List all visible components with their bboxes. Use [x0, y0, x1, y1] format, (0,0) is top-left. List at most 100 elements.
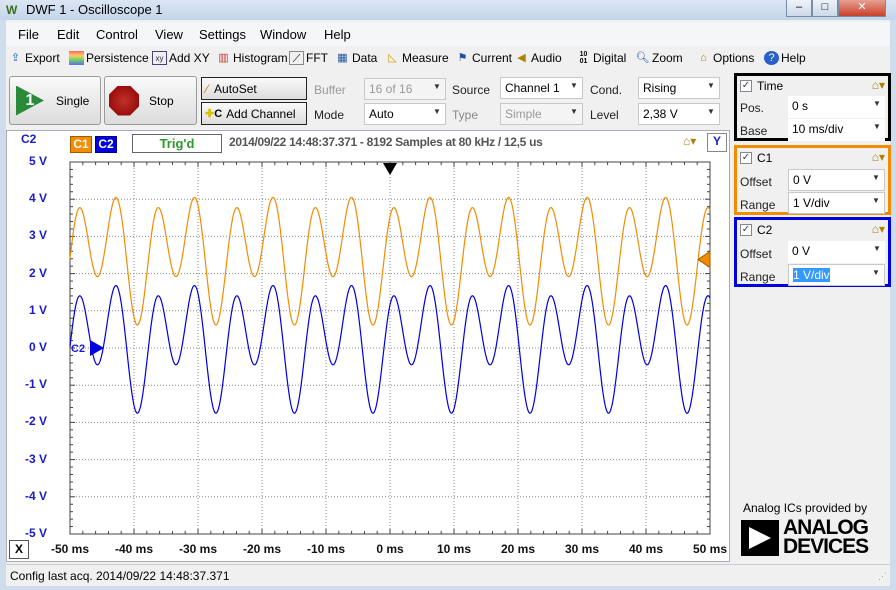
x-tick-label: 20 ms	[500, 542, 536, 556]
status-bar: Config last acq. 2014/09/22 14:48:37.371…	[6, 564, 890, 586]
histogram-icon: ▥	[218, 52, 229, 64]
source-select[interactable]: Channel 1 ▼	[500, 77, 583, 99]
magnifier-icon: 🔍︎	[635, 52, 650, 64]
options-icon[interactable]: ⌂▾	[872, 78, 885, 92]
resize-grip-icon[interactable]: ⋰	[878, 571, 887, 582]
x-axis-button[interactable]: X	[9, 540, 29, 559]
measure-button[interactable]: ◺ Measure	[385, 51, 449, 65]
logo-text: ANALOG DEVICES	[783, 516, 869, 558]
c1-offset-input[interactable]: 0 V ▼	[788, 169, 885, 191]
source-label: Source	[452, 83, 491, 97]
c2-checkbox[interactable]: ✓	[740, 224, 752, 236]
fft-button[interactable]: ⟋ FFT	[289, 51, 328, 65]
close-button[interactable]: ✕	[838, 0, 886, 17]
autoset-button[interactable]: ⁄ AutoSet	[201, 77, 307, 100]
y-axis-button[interactable]: Y	[707, 133, 727, 152]
table-icon: ▦	[337, 52, 348, 64]
chevron-down-icon: ▼	[872, 173, 880, 182]
analog-devices-logo: ANALOG DEVICES	[741, 516, 881, 558]
base-label: Base	[740, 124, 768, 138]
digital-icon: 10 01	[579, 51, 588, 65]
time-pos-input[interactable]: 0 s ▼	[788, 96, 885, 118]
stop-icon	[109, 85, 139, 116]
chevron-down-icon: ▼	[570, 81, 578, 90]
export-button[interactable]: ⇪ Export	[8, 51, 60, 65]
pos-label: Pos.	[740, 101, 765, 115]
speaker-icon: ◀	[517, 52, 526, 64]
options-icon[interactable]: ⌂▾	[872, 222, 885, 236]
y-tick-label: -4 V	[24, 488, 47, 503]
help-label: Help	[781, 51, 806, 65]
condition-select[interactable]: Rising ▼	[638, 77, 720, 99]
add-channel-button[interactable]: ✚C Add Channel	[201, 102, 307, 125]
audio-label: Audio	[531, 51, 562, 65]
buffer-value: 16 of 16	[369, 82, 413, 96]
chevron-down-icon: ▼	[873, 99, 881, 108]
options-icon[interactable]: ⌂▾	[683, 134, 696, 148]
y-tick-label: -5 V	[24, 526, 47, 540]
export-label: Export	[25, 51, 60, 65]
mode-label: Mode	[314, 108, 345, 122]
c2-offset-input[interactable]: 0 V ▼	[788, 241, 885, 263]
zoom-button[interactable]: 🔍︎ Zoom	[635, 51, 683, 65]
offset-label: Offset	[740, 175, 772, 189]
histogram-button[interactable]: ▥ Histogram	[216, 51, 287, 65]
waveform-plot[interactable]: C2	[69, 161, 711, 535]
menu-file[interactable]: File	[18, 27, 39, 42]
x-tick-label: 0 ms	[376, 542, 404, 556]
single-label: Single	[56, 93, 90, 108]
pos-value: 0 s	[792, 99, 809, 113]
options-button[interactable]: ⌂ Options	[696, 51, 754, 65]
c2-offset-value: 0 V	[792, 244, 811, 258]
stop-button[interactable]: Stop	[104, 76, 197, 125]
add-channel-label: Add Channel	[226, 106, 296, 121]
range-label: Range	[740, 270, 776, 284]
offset-label: Offset	[740, 247, 772, 261]
audio-button[interactable]: ◀ Audio	[514, 51, 562, 65]
add-channel-icon: ✚C	[205, 108, 223, 120]
time-checkbox[interactable]: ✓	[740, 80, 752, 92]
digital-button[interactable]: 10 01 Digital	[576, 51, 627, 65]
mode-select[interactable]: Auto ▼	[364, 103, 446, 125]
x-tick-label: -30 ms	[178, 542, 218, 556]
y-axis-channel-label[interactable]: C2	[21, 132, 36, 146]
chevron-down-icon: ▼	[433, 107, 441, 116]
type-select[interactable]: Simple ▼	[500, 103, 583, 125]
persistence-button[interactable]: Persistence	[69, 51, 149, 65]
single-button[interactable]: 1 Single	[9, 76, 101, 125]
c1-tag[interactable]: C1	[70, 136, 92, 153]
chevron-down-icon: ▼	[872, 268, 880, 277]
menu-control[interactable]: Control	[96, 27, 138, 42]
data-button[interactable]: ▦ Data	[335, 51, 377, 65]
y-tick-label: 2 V	[28, 265, 47, 280]
time-base-input[interactable]: 10 ms/div ▼	[788, 119, 885, 141]
menu-settings[interactable]: Settings	[199, 27, 246, 42]
c1-range-input[interactable]: 1 V/div ▼	[788, 192, 885, 214]
help-icon: ?	[764, 51, 779, 65]
menu-window[interactable]: Window	[260, 27, 306, 42]
zoom-label: Zoom	[652, 51, 683, 65]
current-button[interactable]: ⚑ Current	[455, 51, 512, 65]
c1-checkbox[interactable]: ✓	[740, 152, 752, 164]
current-label: Current	[472, 51, 513, 65]
buffer-select[interactable]: 16 of 16 ▼	[364, 78, 446, 100]
c1-offset-value: 0 V	[793, 173, 812, 187]
export-icon: ⇪	[10, 52, 21, 64]
x-tick-label: 50 ms	[692, 542, 728, 556]
base-value: 10 ms/div	[792, 122, 844, 136]
chevron-down-icon: ▼	[570, 107, 578, 116]
options-icon[interactable]: ⌂▾	[872, 150, 885, 164]
menu-edit[interactable]: Edit	[57, 27, 79, 42]
menu-help[interactable]: Help	[324, 27, 351, 42]
menu-view[interactable]: View	[155, 27, 183, 42]
level-input[interactable]: 2,38 V ▼	[638, 103, 720, 125]
add-xy-button[interactable]: xy Add XY	[152, 51, 210, 65]
buffer-label: Buffer	[314, 83, 346, 97]
measure-label: Measure	[402, 51, 449, 65]
help-button[interactable]: ? Help	[764, 51, 806, 65]
c2-tag[interactable]: C2	[95, 136, 117, 153]
maximize-button[interactable]: □	[812, 0, 838, 17]
minimize-button[interactable]: –	[786, 0, 812, 17]
c1-range-value: 1 V/div	[793, 196, 830, 210]
c2-range-input[interactable]: 1 V/div ▼	[788, 264, 885, 286]
